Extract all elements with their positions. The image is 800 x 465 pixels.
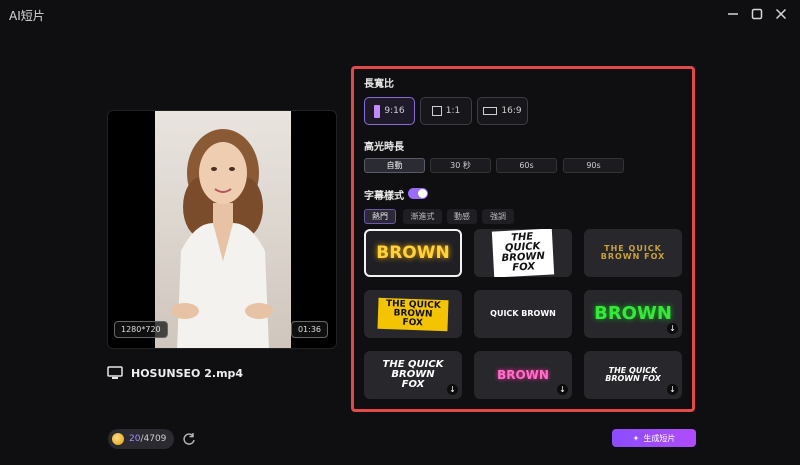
aspect-option-16-9[interactable]: 16:9 xyxy=(477,97,528,125)
subtitle-style-5[interactable]: QUICK BROWN xyxy=(474,290,572,338)
aspect-option-label: 1:1 xyxy=(445,106,461,116)
credits-used: 20 xyxy=(129,434,141,444)
maximize-icon[interactable] xyxy=(748,5,766,23)
file-name: HOSUNSEO 2.mp4 xyxy=(131,366,244,380)
subtitle-style-7[interactable]: THE QUICK BROWN FOX ↓ xyxy=(364,351,462,399)
generate-label: 生成短片 xyxy=(643,433,676,443)
subtitle-style-9[interactable]: THE QUICK BROWN FOX ↓ xyxy=(584,351,682,399)
credits-total: /4709 xyxy=(140,434,167,444)
app-title: AI短片 xyxy=(9,9,45,23)
style-preview-text: THE QUICK BROWN FOX xyxy=(377,297,449,331)
video-preview[interactable]: 1280*720 01:36 xyxy=(107,110,337,349)
download-icon[interactable]: ↓ xyxy=(447,384,458,395)
horizontal-ratio-icon xyxy=(483,107,498,115)
close-icon[interactable] xyxy=(772,5,790,23)
aspect-option-label: 16:9 xyxy=(501,106,522,116)
style-preview-text: THE QUICK BROWN FOX xyxy=(382,359,444,390)
subtitle-style-3[interactable]: THE QUICK BROWN FOX xyxy=(584,229,682,277)
duration-badge: 01:36 xyxy=(290,321,328,338)
style-preview-text: BROWN xyxy=(594,303,672,324)
download-icon[interactable]: ↓ xyxy=(667,384,678,395)
subtitle-style-2[interactable]: THE QUICK BROWN FOX xyxy=(474,229,572,277)
tab-dynamic[interactable]: 動感 xyxy=(447,209,477,224)
monitor-icon xyxy=(107,366,123,379)
duration-option-60s[interactable]: 60s xyxy=(496,158,557,173)
file-info: HOSUNSEO 2.mp4 xyxy=(107,366,243,380)
duration-option-auto[interactable]: 自動 xyxy=(364,158,425,173)
duration-option-30s[interactable]: 30 秒 xyxy=(430,158,491,173)
subtitle-style-4[interactable]: THE QUICK BROWN FOX xyxy=(364,290,462,338)
minimize-icon[interactable] xyxy=(724,5,742,23)
duration-option-90s[interactable]: 90s xyxy=(563,158,624,173)
style-preview-text: THE QUICK BROWN FOX xyxy=(600,244,666,261)
tab-progressive[interactable]: 漸進式 xyxy=(403,209,442,224)
vertical-ratio-icon xyxy=(374,104,381,118)
aspect-ratio-title: 長寬比 xyxy=(364,79,394,90)
subtitle-style-6[interactable]: BROWN ↓ xyxy=(584,290,682,338)
download-icon[interactable]: ↓ xyxy=(667,323,678,334)
aspect-option-label: 9:16 xyxy=(384,106,405,116)
subtitle-style-8[interactable]: BROWN ↓ xyxy=(474,351,572,399)
credits-pill: 20 /4709 xyxy=(108,429,175,449)
refresh-icon[interactable] xyxy=(182,432,196,446)
style-preview-text: BROWN xyxy=(497,368,549,382)
highlight-duration-title: 高光時長 xyxy=(364,142,404,153)
tab-emphasis[interactable]: 強調 xyxy=(482,209,514,224)
subtitle-style-1[interactable]: BROWN xyxy=(364,229,462,277)
subtitle-style-title: 字幕樣式 xyxy=(364,191,404,202)
aspect-option-9-16[interactable]: 9:16 xyxy=(364,97,415,125)
title-bar: AI短片 xyxy=(0,0,800,28)
download-icon[interactable]: ↓ xyxy=(557,384,568,395)
generate-button[interactable]: ✦ 生成短片 xyxy=(612,429,696,447)
style-preview-text: THE QUICK BROWN FOX xyxy=(491,229,555,277)
sparkle-icon: ✦ xyxy=(632,433,640,443)
video-thumbnail xyxy=(155,111,291,348)
aspect-option-1-1[interactable]: 1:1 xyxy=(420,97,472,125)
credits-area: 20 /4709 xyxy=(108,429,196,449)
style-preview-text: QUICK BROWN xyxy=(490,309,556,318)
square-ratio-icon xyxy=(431,106,442,116)
subtitle-toggle[interactable] xyxy=(408,188,428,199)
style-preview-text: THE QUICK BROWN FOX xyxy=(605,366,661,383)
resolution-badge: 1280*720 xyxy=(114,321,168,338)
style-preview-text: BROWN xyxy=(376,242,450,263)
coin-icon xyxy=(112,433,124,445)
tab-popular[interactable]: 熱門 xyxy=(364,209,396,224)
